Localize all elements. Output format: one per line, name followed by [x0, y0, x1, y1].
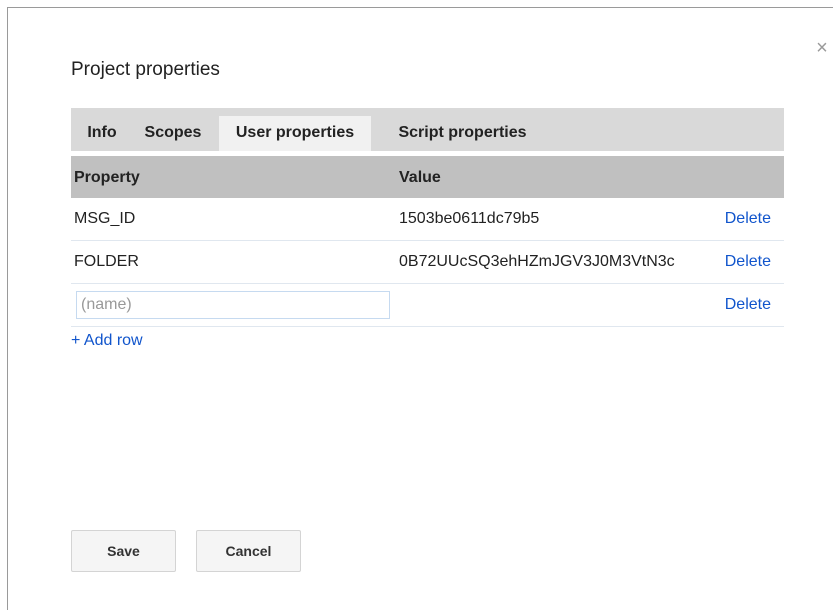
- table-row: FOLDER 0B72UUcSQ3ehHZmJGV3J0M3VtN3c Dele…: [71, 241, 784, 284]
- delete-link[interactable]: Delete: [725, 210, 771, 228]
- save-button[interactable]: Save: [71, 530, 176, 572]
- close-icon[interactable]: ×: [814, 38, 830, 58]
- property-name: FOLDER: [74, 253, 139, 270]
- tab-scopes[interactable]: Scopes: [133, 116, 213, 151]
- project-properties-dialog: × Project properties Info Scopes User pr…: [7, 7, 833, 610]
- column-header-property: Property: [74, 169, 140, 186]
- property-name: MSG_ID: [74, 210, 136, 227]
- column-header-value: Value: [399, 169, 441, 186]
- property-value: 1503be0611dc79b5: [399, 210, 540, 227]
- table-row: MSG_ID 1503be0611dc79b5 Delete: [71, 198, 784, 241]
- add-row-link[interactable]: + Add row: [71, 332, 143, 350]
- table-row-new: Delete: [71, 284, 784, 327]
- dialog-title: Project properties: [71, 59, 220, 80]
- cancel-button[interactable]: Cancel: [196, 530, 301, 572]
- property-name-input[interactable]: [76, 291, 390, 319]
- delete-link[interactable]: Delete: [725, 296, 771, 314]
- tab-user-properties[interactable]: User properties: [219, 116, 371, 151]
- tab-bar: Info Scopes User properties Script prope…: [71, 108, 784, 151]
- property-value: 0B72UUcSQ3ehHZmJGV3J0M3VtN3c: [399, 253, 675, 270]
- tab-script-properties[interactable]: Script properties: [381, 116, 544, 151]
- properties-table: Property Value MSG_ID 1503be0611dc79b5 D…: [71, 156, 784, 327]
- tab-info[interactable]: Info: [76, 116, 128, 151]
- delete-link[interactable]: Delete: [725, 253, 771, 271]
- table-header: Property Value: [71, 156, 784, 198]
